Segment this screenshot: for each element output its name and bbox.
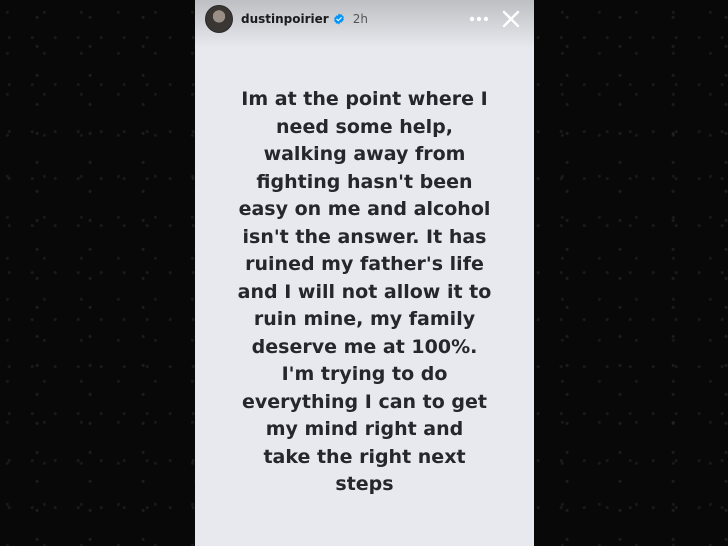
close-button[interactable] (498, 6, 524, 32)
story-viewer[interactable]: dustinpoirier 2h Im at the point where I… (195, 0, 534, 546)
verified-badge-icon (333, 13, 345, 25)
more-horizontal-icon (469, 16, 489, 22)
username-label[interactable]: dustinpoirier (241, 12, 329, 26)
profile-avatar[interactable] (205, 5, 233, 33)
post-time: 2h (352, 12, 368, 26)
story-header: dustinpoirier 2h (195, 0, 534, 38)
close-icon (502, 10, 520, 28)
more-options-button[interactable] (466, 7, 492, 31)
story-text-content: Im at the point where I need some help, … (237, 88, 492, 495)
